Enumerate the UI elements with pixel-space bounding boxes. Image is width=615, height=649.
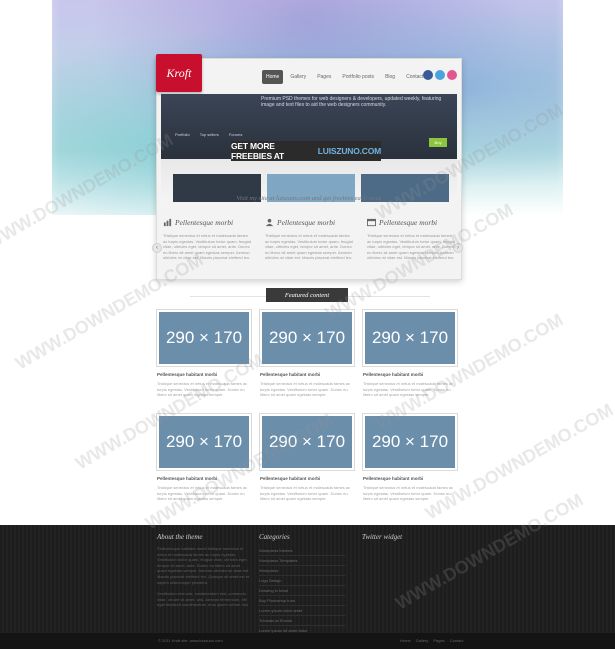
features-row: Pellentesque morbi Tristique senectus et…	[163, 218, 455, 261]
slider-buy-button[interactable]: Buy	[429, 138, 447, 147]
featured-grid: 290 × 170 Pellentesque habitant morbi Tr…	[157, 310, 457, 518]
feature-column: Pellentesque morbi Tristique senectus et…	[367, 218, 455, 261]
category-link[interactable]: Lorem ipsum dolor amet	[259, 606, 345, 616]
nav-item-blog[interactable]: Blog	[381, 70, 399, 84]
featured-card: 290 × 170 Pellentesque habitant morbi Tr…	[363, 310, 457, 414]
feature-column: Pellentesque morbi Tristique senectus et…	[265, 218, 353, 261]
footer-nav-link[interactable]: Home	[400, 638, 411, 643]
footer-nav: Home Gallery Pages Contact	[400, 638, 463, 643]
feature-text: Tristique senectus et netus et malesuada…	[163, 233, 251, 261]
banner-highlight: LUISZUNO.COM	[317, 146, 381, 156]
footer-twitter-title: Twitter widget	[362, 533, 403, 541]
nav-item-portfolio[interactable]: Portfolio posts	[338, 70, 378, 84]
feature-column: Pellentesque morbi Tristique senectus et…	[163, 218, 251, 261]
nav-item-gallery[interactable]: Gallery	[286, 70, 310, 84]
footer-categories-title: Categories	[259, 533, 290, 541]
featured-content-label: Featured content	[266, 288, 348, 302]
footer-about-text-2: Vestibulum erat wisi, condimentum sed, c…	[157, 591, 250, 608]
category-list: Wordpress themes Wordpress Templates Wor…	[259, 546, 345, 636]
category-link[interactable]: Tutorials at Envato	[259, 616, 345, 626]
card-text: Tristique senectus et netus et malesuada…	[157, 381, 248, 398]
freebies-banner[interactable]: GET MORE FREEBIES AT LUISZUNO.COM	[231, 141, 381, 161]
logo[interactable]: Kroft	[156, 54, 202, 92]
feature-title: Pellentesque morbi	[175, 218, 234, 227]
window-icon	[367, 218, 376, 227]
main-nav: Home Gallery Pages Portfolio posts Blog …	[262, 70, 427, 84]
card-image-placeholder[interactable]: 290 × 170	[157, 414, 251, 470]
bottom-bar: © 2011 Kroft site. www.luiszuno.com Home…	[0, 633, 615, 649]
feature-text: Tristique senectus et netus et malesuada…	[265, 233, 353, 261]
prev-arrow-icon[interactable]: ‹	[152, 243, 162, 253]
logo-text: Kroft	[166, 65, 192, 80]
banner-text: GET MORE FREEBIES AT	[231, 141, 285, 161]
chart-icon	[163, 218, 172, 227]
card-image-placeholder[interactable]: 290 × 170	[260, 310, 354, 366]
feature-text: Tristique senectus et netus et malesuada…	[367, 233, 455, 261]
footer-about-text: Pellentesque habitant morbi tristique se…	[157, 546, 250, 585]
card-title[interactable]: Pellentesque habitant morbi	[260, 372, 354, 377]
card-title[interactable]: Pellentesque habitant morbi	[260, 476, 354, 481]
footer-categories: Categories Wordpress themes Wordpress Te…	[259, 533, 345, 636]
category-link[interactable]: Wordpress themes	[259, 546, 345, 556]
slider-tab[interactable]: Top sellers	[200, 132, 219, 137]
person-icon	[265, 218, 274, 227]
featured-card: 290 × 170 Pellentesque habitant morbi Tr…	[260, 310, 354, 414]
footer-nav-link[interactable]: Gallery	[416, 638, 429, 643]
featured-card: 290 × 170 Pellentesque habitant morbi Tr…	[157, 310, 251, 414]
card-image-placeholder[interactable]: 290 × 170	[363, 414, 457, 470]
feature-heading: Pellentesque morbi	[163, 218, 251, 227]
category-link[interactable]: Drawing in head	[259, 586, 345, 596]
category-link[interactable]: Buy Photoshop tutor	[259, 596, 345, 606]
social-links	[423, 70, 457, 80]
nav-item-pages[interactable]: Pages	[313, 70, 335, 84]
dribbble-icon[interactable]	[447, 70, 457, 80]
category-link[interactable]: Logo Design	[259, 576, 345, 586]
footer: About the theme Pellentesque habitant mo…	[0, 525, 615, 636]
slider-tabs: Portfolio Top sellers Forums	[175, 132, 242, 137]
slider-tab[interactable]: Portfolio	[175, 132, 190, 137]
copyright-text: © 2011 Kroft site. www.luiszuno.com	[158, 638, 223, 643]
card-image-placeholder[interactable]: 290 × 170	[157, 310, 251, 366]
card-title[interactable]: Pellentesque habitant morbi	[363, 476, 457, 481]
footer-about-title: About the theme	[157, 533, 203, 541]
footer-nav-link[interactable]: Contact	[450, 638, 464, 643]
category-link[interactable]: Wordpress Templates	[259, 556, 345, 566]
feature-heading: Pellentesque morbi	[367, 218, 455, 227]
card-title[interactable]: Pellentesque habitant morbi	[157, 476, 251, 481]
visit-tagline: Visit my site at luiszuno.com and get fr…	[236, 195, 382, 202]
card-text: Tristique senectus et netus et malesuada…	[363, 381, 454, 398]
slider-tab[interactable]: Forums	[229, 132, 243, 137]
card-image-placeholder[interactable]: 290 × 170	[260, 414, 354, 470]
card-text: Tristique senectus et netus et malesuada…	[157, 485, 248, 502]
twitter-icon[interactable]	[435, 70, 445, 80]
card-image-placeholder[interactable]: 290 × 170	[363, 310, 457, 366]
footer-twitter: Twitter widget	[362, 533, 402, 546]
feature-title: Pellentesque morbi	[379, 218, 438, 227]
feature-heading: Pellentesque morbi	[265, 218, 353, 227]
card-title[interactable]: Pellentesque habitant morbi	[363, 372, 457, 377]
card-text: Tristique senectus et netus et malesuada…	[363, 485, 454, 502]
category-link[interactable]: Wordpress	[259, 566, 345, 576]
card-text: Tristique senectus et netus et malesuada…	[260, 381, 351, 398]
featured-card: 290 × 170 Pellentesque habitant morbi Tr…	[157, 414, 251, 518]
card-title[interactable]: Pellentesque habitant morbi	[157, 372, 251, 377]
feature-title: Pellentesque morbi	[277, 218, 336, 227]
facebook-icon[interactable]	[423, 70, 433, 80]
footer-nav-link[interactable]: Pages	[433, 638, 444, 643]
nav-item-home[interactable]: Home	[262, 70, 284, 84]
slider-copy: Premium PSD themes for web designers & d…	[261, 96, 442, 108]
footer-about: About the theme Pellentesque habitant mo…	[157, 533, 251, 608]
card-text: Tristique senectus et netus et malesuada…	[260, 485, 351, 502]
featured-card: 290 × 170 Pellentesque habitant morbi Tr…	[363, 414, 457, 518]
featured-card: 290 × 170 Pellentesque habitant morbi Tr…	[260, 414, 354, 518]
